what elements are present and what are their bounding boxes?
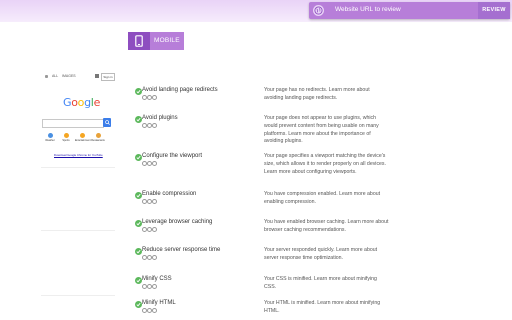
audit-description: Your page does not appear to use plugins…	[264, 115, 379, 145]
shortcut-label: Sports	[62, 139, 70, 142]
star-icon	[79, 133, 85, 138]
check-icon	[135, 88, 142, 95]
mobile-tab-label: MOBILE	[154, 37, 180, 44]
preview-signin-button: Sign in	[101, 73, 115, 81]
audit-description: Your HTML is minified. Learn more about …	[264, 300, 381, 314]
check-icon	[135, 277, 142, 284]
audit-description: Your server responded quickly. Learn mor…	[264, 247, 378, 261]
audit-description: Your CSS is minified. Learn more about m…	[264, 276, 377, 290]
review-button[interactable]: REVIEW	[478, 2, 510, 19]
trophy-icon	[63, 133, 69, 138]
preview-search-input	[42, 119, 104, 128]
shortcut-label: Weather	[45, 139, 55, 142]
audit-description: Your page specifies a viewport matching …	[264, 153, 386, 175]
check-icon	[135, 154, 142, 161]
logo-letter: G	[63, 96, 72, 109]
rating-icon	[142, 227, 157, 232]
shortcut-label: Restaurants	[91, 139, 105, 142]
shortcut-restaurants: Restaurants	[91, 133, 105, 142]
url-input-box[interactable]: Website URL to review REVIEW	[309, 2, 510, 19]
google-logo: Google	[63, 96, 100, 109]
rating-icon	[142, 308, 157, 313]
audit-description: Your page has no redirects. Learn more a…	[264, 87, 370, 101]
preview-tab-all: ALL	[52, 74, 59, 78]
logo-letter: e	[93, 96, 101, 109]
url-input[interactable]: Website URL to review	[335, 6, 401, 13]
mobile-icon	[128, 32, 150, 50]
audit-title: Enable compression	[142, 191, 197, 197]
preview-tab-images: IMAGES	[62, 74, 76, 78]
check-icon	[135, 301, 142, 308]
check-icon	[135, 116, 142, 123]
rating-icon	[142, 161, 157, 166]
shortcut-entertainment: Entertainment	[75, 133, 91, 142]
menu-icon	[45, 75, 48, 78]
rating-icon	[142, 255, 157, 260]
check-icon	[135, 192, 142, 199]
rating-icon	[142, 123, 157, 128]
weather-icon	[47, 133, 53, 138]
check-icon	[135, 248, 142, 255]
mobile-tab[interactable]: MOBILE	[128, 32, 184, 50]
audit-title: Minify HTML	[142, 300, 176, 306]
audit-title: Minify CSS	[142, 276, 172, 282]
audit-title: Configure the viewport	[142, 153, 203, 159]
divider	[41, 167, 115, 168]
audit-title: Reduce server response time	[142, 247, 221, 253]
check-icon	[135, 220, 142, 227]
rating-icon	[142, 199, 157, 204]
audit-description: You have compression enabled. Learn more…	[264, 191, 381, 205]
audit-title: Leverage browser caching	[142, 219, 213, 225]
search-icon	[103, 118, 111, 127]
restaurant-icon	[95, 133, 101, 138]
shortcut-sports: Sports	[59, 133, 73, 142]
rating-icon	[142, 284, 157, 289]
audit-description: You have enabled browser caching. Learn …	[264, 219, 389, 233]
top-bar: Website URL to review REVIEW	[0, 0, 512, 22]
divider	[41, 230, 115, 231]
mobile-preview: ALL IMAGES Sign in Google Weather Sports…	[37, 70, 119, 318]
globe-icon	[313, 5, 324, 16]
audit-title: Avoid plugins	[142, 115, 178, 121]
shortcut-weather: Weather	[43, 133, 57, 142]
preview-chrome-link: Download Google Chrome for YouTube	[54, 153, 103, 157]
rating-icon	[142, 95, 157, 100]
logo-letter: g	[84, 96, 91, 109]
preview-nav: ALL IMAGES Sign in	[37, 73, 119, 82]
audit-title: Avoid landing page redirects	[142, 87, 218, 93]
divider	[41, 295, 115, 296]
shortcut-label: Entertainment	[75, 139, 91, 142]
apps-grid-icon	[95, 74, 100, 79]
